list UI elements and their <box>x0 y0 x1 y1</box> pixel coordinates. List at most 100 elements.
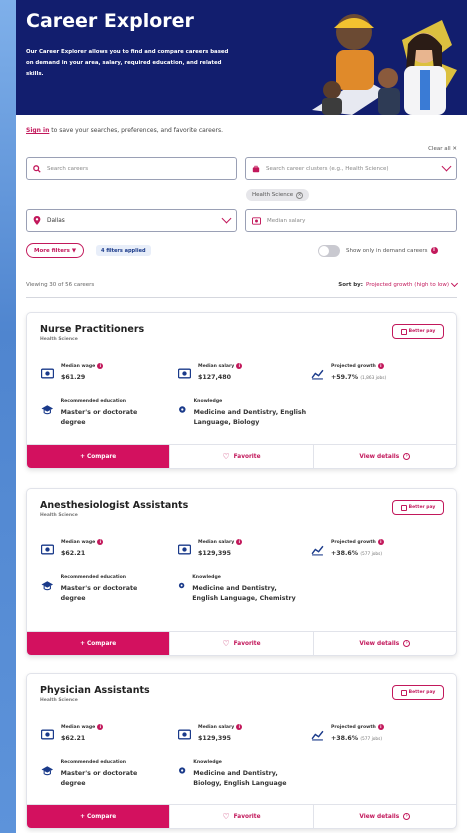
clear-all-button[interactable]: Clear all ✕ <box>428 146 457 152</box>
median-wage-label: Median wage <box>61 539 96 545</box>
education-label: Recommended education <box>60 575 127 580</box>
better-pay-button[interactable]: Better pay <box>392 500 444 515</box>
favorite-button[interactable]: ♡ Favorite <box>169 805 312 828</box>
graduation-cap-icon <box>41 581 54 591</box>
better-pay-button[interactable]: Better pay <box>392 685 444 700</box>
median-wage-stat: Median wage i $61.29 <box>41 363 104 383</box>
more-filters-button[interactable]: More filters ▼ <box>26 243 85 258</box>
median-salary-value: $127,480 <box>198 374 232 381</box>
median-wage-value: $62.21 <box>61 735 86 742</box>
money-icon <box>400 689 407 696</box>
career-title[interactable]: Anesthesiologist Assistants <box>40 500 188 511</box>
sort-by-select[interactable]: Sort by: Projected growth (high to low) <box>338 279 459 288</box>
compare-button[interactable]: + Compare <box>27 805 170 828</box>
info-icon[interactable]: i <box>97 724 104 730</box>
gear-icon <box>178 582 185 589</box>
career-cluster: Health Science <box>40 698 78 703</box>
sign-in-link[interactable]: Sign in <box>26 127 49 134</box>
view-details-button[interactable]: View details › <box>312 805 456 828</box>
better-pay-label: Better pay <box>408 505 436 510</box>
in-demand-text: Show only in demand careers <box>346 247 428 254</box>
knowledge-stat: Knowledge Medicine and Dentistry, Englis… <box>178 575 298 604</box>
search-careers-input[interactable]: Search careers <box>26 157 237 180</box>
filters-applied-badge: 4 filters applied <box>96 245 151 256</box>
info-icon[interactable]: i <box>377 363 384 369</box>
median-salary-value: $129,395 <box>198 735 232 742</box>
median-wage-stat: Median wage i $62.21 <box>41 539 104 559</box>
card-actions: + Compare ♡ Favorite View details › <box>27 444 456 468</box>
close-icon[interactable]: × <box>296 191 304 199</box>
gear-icon <box>179 767 186 774</box>
graduation-cap-icon <box>41 766 54 776</box>
projected-growth-value: +59.7% <box>331 374 359 381</box>
search-icon <box>33 164 41 173</box>
money-icon <box>252 216 261 225</box>
projected-jobs: (1,863 jobs) <box>360 376 387 381</box>
info-icon[interactable]: i <box>377 724 384 730</box>
career-clusters-select[interactable]: Search career clusters (e.g., Health Sci… <box>245 157 457 180</box>
money-icon <box>400 504 407 511</box>
heart-icon: ♡ <box>222 812 230 821</box>
career-card: Anesthesiologist Assistants Health Scien… <box>26 488 457 656</box>
career-title[interactable]: Physician Assistants <box>40 685 150 696</box>
heart-icon: ♡ <box>222 639 230 648</box>
projected-jobs: (577 jobs) <box>360 737 383 742</box>
education-value: Master's or doctorate degree <box>60 409 138 426</box>
arrow-right-icon: › <box>403 453 411 460</box>
education-stat: Recommended education Master's or doctor… <box>41 760 161 789</box>
signin-text: to save your searches, preferences, and … <box>49 127 224 134</box>
projected-growth-stat: Projected growth i +59.7% (1,863 jobs) <box>311 363 386 384</box>
career-card: Physician Assistants Health Science Bett… <box>26 673 457 829</box>
education-value: Master's or doctorate degree <box>60 585 138 602</box>
chevron-down-icon <box>450 279 459 288</box>
projected-growth-label: Projected growth <box>331 539 376 545</box>
knowledge-value: Medicine and Dentistry, English Language… <box>192 585 296 602</box>
graduation-cap-icon <box>41 405 54 415</box>
info-icon[interactable]: i <box>97 363 104 369</box>
career-cluster: Health Science <box>40 513 78 518</box>
compare-button[interactable]: + Compare <box>27 632 170 655</box>
info-icon[interactable]: i <box>236 363 243 369</box>
projected-growth-value: +38.6% <box>331 550 359 557</box>
location-select[interactable]: Dallas <box>26 209 237 232</box>
chip-label: Health Science <box>252 192 294 198</box>
chevron-down-icon <box>441 161 452 172</box>
info-icon[interactable]: i <box>377 539 384 545</box>
median-wage-value: $61.29 <box>61 374 86 381</box>
growth-chart-icon <box>311 730 324 741</box>
projected-growth-label: Projected growth <box>331 724 376 730</box>
career-card: Nurse Practitioners Health Science Bette… <box>26 312 457 469</box>
health-science-filter-chip[interactable]: Health Science × <box>246 189 310 201</box>
career-title[interactable]: Nurse Practitioners <box>40 324 144 335</box>
location-pin-icon <box>33 216 41 225</box>
money-icon <box>178 368 191 379</box>
info-icon[interactable]: i <box>236 724 243 730</box>
favorite-button[interactable]: ♡ Favorite <box>169 445 312 468</box>
chevron-down-icon <box>221 213 232 224</box>
median-wage-label: Median wage <box>61 724 96 730</box>
view-details-button[interactable]: View details › <box>312 445 456 468</box>
compare-button[interactable]: + Compare <box>27 445 170 468</box>
view-details-button[interactable]: View details › <box>312 632 456 655</box>
favorite-label: Favorite <box>233 453 261 460</box>
favorite-label: Favorite <box>233 640 261 647</box>
median-salary-input[interactable]: Median salary <box>245 209 457 232</box>
card-actions: + Compare ♡ Favorite View details › <box>27 804 456 828</box>
projected-growth-stat: Projected growth i +38.6% (577 jobs) <box>311 724 384 745</box>
results-count: Viewing 30 of 56 careers <box>26 282 95 288</box>
median-salary-label: Median salary <box>198 363 235 369</box>
money-icon <box>178 729 191 740</box>
knowledge-stat: Knowledge Medicine and Dentistry, Biolog… <box>178 760 308 789</box>
favorite-button[interactable]: ♡ Favorite <box>169 632 312 655</box>
better-pay-label: Better pay <box>408 329 436 334</box>
better-pay-label: Better pay <box>408 690 436 695</box>
projected-growth-label: Projected growth <box>331 363 376 369</box>
info-icon[interactable]: i <box>430 247 438 254</box>
info-icon[interactable]: i <box>97 539 104 545</box>
divider <box>26 297 457 298</box>
in-demand-toggle[interactable] <box>318 245 340 257</box>
info-icon[interactable]: i <box>236 539 243 545</box>
knowledge-label: Knowledge <box>193 399 223 404</box>
median-wage-label: Median wage <box>61 363 96 369</box>
better-pay-button[interactable]: Better pay <box>392 324 444 339</box>
